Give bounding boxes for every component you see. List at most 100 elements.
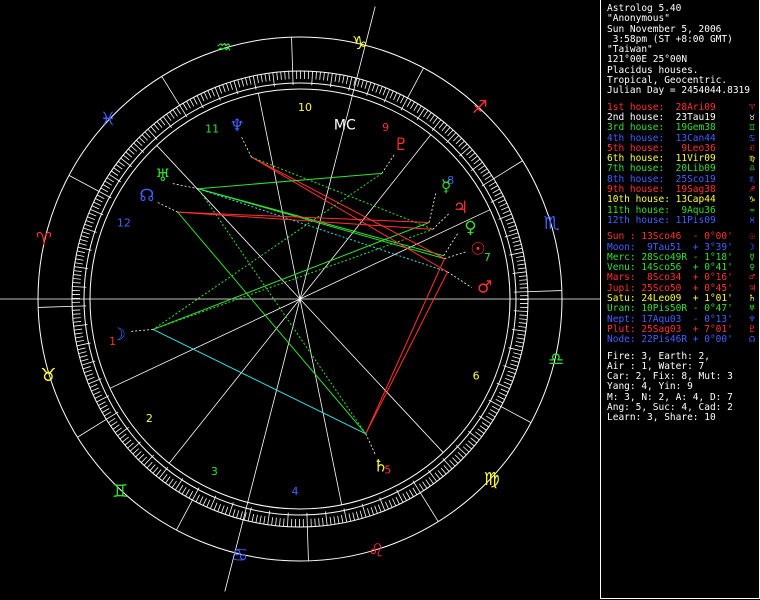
degree-tick [95,198,103,203]
degree-tick [255,514,258,523]
degree-tick [251,513,255,522]
degree-tick [429,114,435,122]
degree-tick [352,512,355,521]
degree-tick [168,478,174,486]
degree-tick [102,184,110,189]
degree-tick [502,210,511,214]
degree-tick [334,73,337,82]
degree-tick [153,123,160,131]
degree-tick [74,328,83,331]
summary-line-7-text: Learn: 3, Share: 10 [607,412,716,424]
degree-tick [276,72,278,81]
degree-tick [75,336,84,339]
aspect-lines [152,156,448,435]
degree-tick [111,170,119,176]
degree-tick [213,502,218,511]
degree-tick [156,121,163,128]
degree-tick [150,126,157,133]
planet-pointer-merc [428,193,437,223]
degree-tick [517,267,526,270]
degree-tick [135,451,142,458]
degree-tick [149,464,156,471]
degree-tick [73,321,82,323]
degree-tick [480,168,488,174]
degree-tick [80,358,89,362]
degree-tick [431,119,442,131]
degree-tick [189,99,195,107]
planet-nept-icon: ♆ [230,116,245,136]
degree-tick [410,101,415,109]
degree-tick [426,112,432,120]
house-row-12-text: 12th house: 11Pis09 [607,214,716,226]
degree-tick [342,75,345,84]
degree-tick [158,467,169,479]
degree-tick [181,487,187,495]
planet-pointer-node [157,202,178,213]
degree-tick [497,199,506,204]
degree-tick [89,384,98,388]
aspect-line-moon-satu [152,328,366,435]
degree-tick [326,72,329,81]
sign-glyph-icon: ♎ [548,349,564,370]
degree-tick [425,479,431,487]
degree-tick [96,194,105,199]
degree-tick [155,469,162,477]
aspect-line-moon-jupi [152,228,434,330]
planet-mars-icon: ♂ [477,278,492,298]
info-panel: Astrolog 5.40 "Anonymous" Sun November 5… [600,0,760,599]
degree-tick [395,496,400,505]
degree-tick [437,470,444,477]
degree-tick [284,71,286,80]
degree-tick [506,374,515,378]
degree-tick [112,424,120,430]
degree-tick [413,103,419,111]
degree-tick [462,446,470,453]
degree-tick [84,223,93,228]
degree-tick [497,395,505,400]
planet-row-node-glyph-icon: ☊ [749,334,755,346]
degree-tick [275,517,277,526]
degree-tick [357,78,360,87]
house-number: 2 [146,412,153,425]
house-cusp-4 [247,298,301,503]
degree-tick [333,516,336,525]
degree-tick [279,518,281,527]
degree-tick [396,94,401,102]
degree-tick [195,494,200,503]
sign-glyph-icon: ♊ [112,481,128,502]
planet-pointer-venu [443,231,459,256]
degree-tick [467,440,475,447]
degree-tick [74,332,83,335]
degree-tick [120,157,132,168]
degree-tick [512,240,521,244]
degree-tick [345,76,349,85]
degree-tick [140,456,148,463]
degree-tick [364,81,368,89]
degree-tick [518,325,527,328]
aspect-line-moon-merc [152,222,430,330]
degree-tick [518,275,527,277]
degree-tick [129,441,141,452]
house-number: 11 [205,122,219,135]
degree-tick [82,231,90,235]
degree-tick [110,421,118,427]
degree-tick [178,485,184,493]
degree-tick [475,431,482,438]
house-cusp-12 [156,145,301,300]
degree-tick [355,511,359,520]
degree-tick [519,279,528,281]
sign-glyph-icon: ♐ [472,97,488,118]
degree-tick [166,113,172,121]
planet-row-node: Node: 22Pis46R + 0°00' ☊ [601,334,759,346]
aspect-line-satu-mars [365,271,448,435]
degree-tick [371,83,376,92]
degree-tick [114,427,122,433]
degree-tick [162,116,172,128]
degree-tick [79,239,88,242]
degree-tick [393,92,398,101]
degree-tick [232,509,236,517]
degree-tick [447,129,454,137]
degree-tick [501,206,509,211]
degree-tick [341,514,344,523]
house-number: 4 [292,485,299,498]
